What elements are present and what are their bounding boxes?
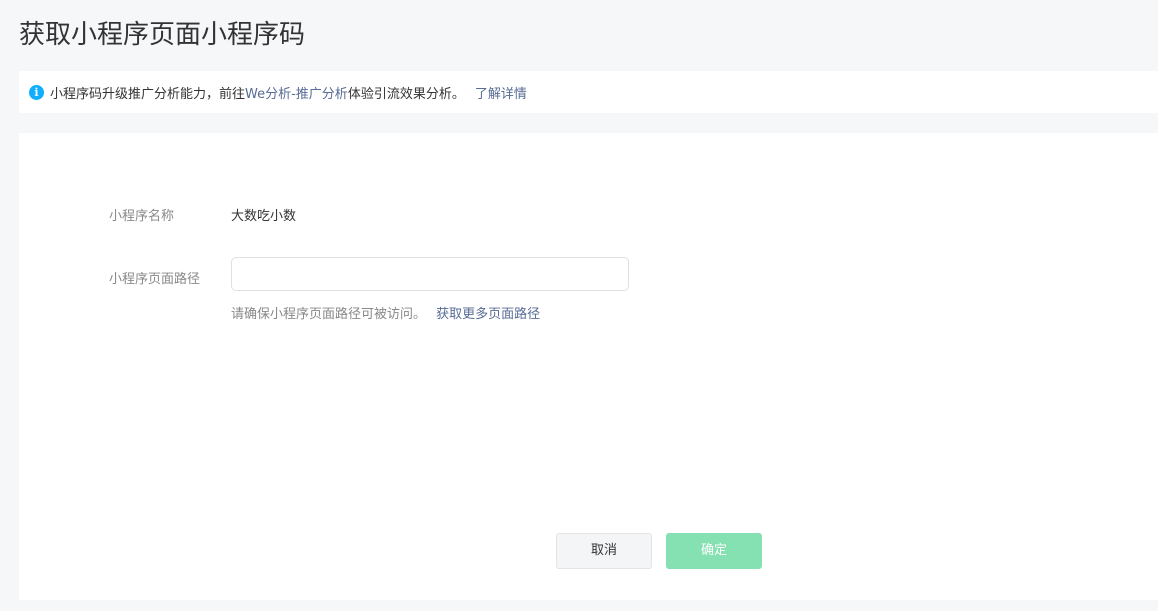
cancel-button[interactable]: 取消: [556, 533, 652, 569]
form-panel: 小程序名称 大数吃小数 小程序页面路径 请确保小程序页面路径可被访问。 获取更多…: [19, 133, 1158, 600]
name-label: 小程序名称: [109, 209, 175, 224]
page-title: 获取小程序页面小程序码: [19, 20, 306, 50]
more-paths-link[interactable]: 获取更多页面路径: [436, 307, 540, 322]
path-hint: 请确保小程序页面路径可被访问。 获取更多页面路径: [231, 303, 540, 322]
path-hint-text: 请确保小程序页面路径可被访问。: [231, 307, 427, 322]
notice-bar: i 小程序码升级推广分析能力，前往 We分析-推广分析 体验引流效果分析。 了解…: [19, 71, 1158, 113]
path-label: 小程序页面路径: [109, 272, 201, 287]
we-analysis-link[interactable]: We分析-推广分析: [245, 83, 348, 102]
confirm-button[interactable]: 确定: [666, 533, 762, 569]
info-icon: i: [29, 84, 44, 100]
notice-text-after: 体验引流效果分析。: [347, 86, 465, 102]
path-input[interactable]: [231, 257, 629, 291]
notice-text-before: 小程序码升级推广分析能力，前往: [50, 86, 246, 102]
learn-more-link[interactable]: 了解详情: [475, 83, 527, 102]
name-value: 大数吃小数: [231, 209, 297, 224]
